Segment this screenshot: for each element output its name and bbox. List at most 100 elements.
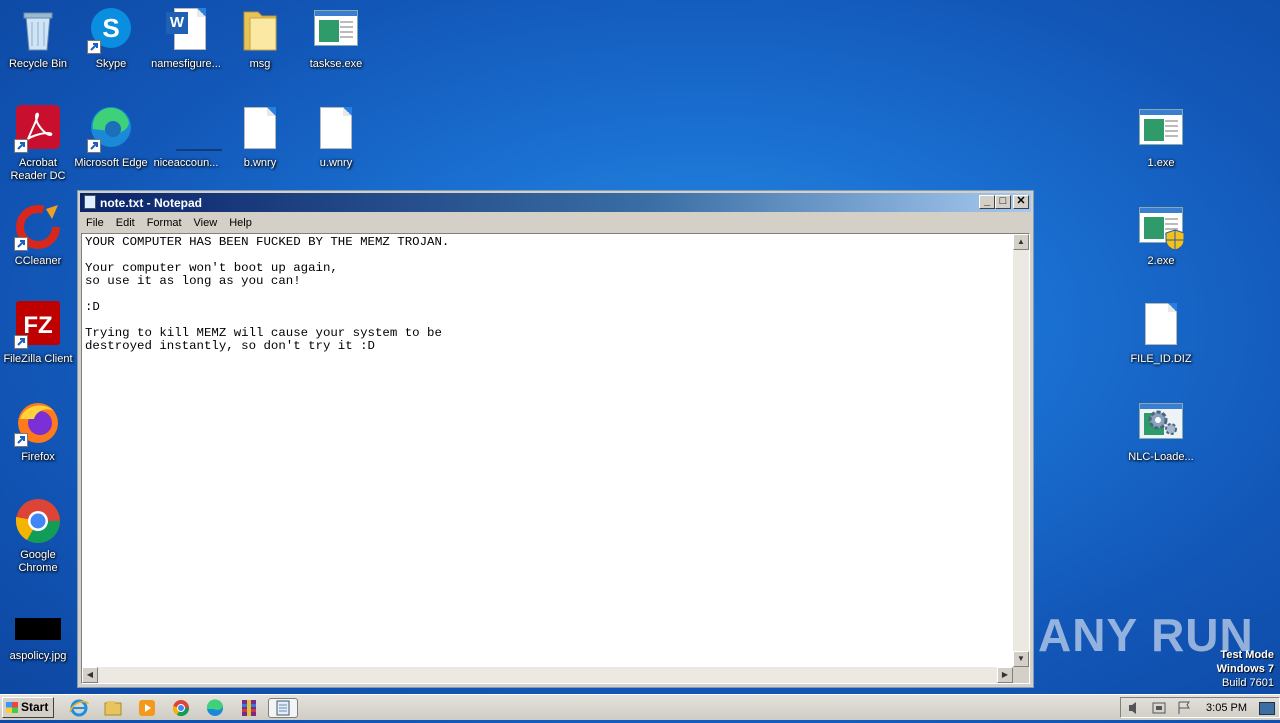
exe-icon <box>1137 105 1185 153</box>
menu-edit[interactable]: Edit <box>110 214 141 229</box>
shortcut-arrow-icon <box>87 40 101 54</box>
shortcut-arrow-icon <box>14 433 28 447</box>
desktop-icon-2-exe[interactable]: 2.exe <box>1123 203 1199 268</box>
close-button[interactable]: ✕ <box>1013 195 1029 209</box>
firefox-icon <box>14 399 62 447</box>
file-icon <box>236 105 284 153</box>
blank-icon <box>162 105 222 153</box>
word-document-icon: W <box>162 6 210 54</box>
desktop-icon-label: namesfigure... <box>151 58 221 70</box>
desktop-icon-acrobat[interactable]: Acrobat Reader DC <box>0 105 76 183</box>
start-button[interactable]: Start <box>2 697 54 718</box>
scroll-right-button[interactable]: ▶ <box>997 667 1013 683</box>
desktop-icon-label: niceaccoun... <box>153 157 219 169</box>
ie-icon[interactable] <box>68 698 90 718</box>
desktop-icon-label: NLC-Loade... <box>1128 451 1194 463</box>
desktop-icon-label: taskse.exe <box>309 58 363 70</box>
maximize-button[interactable]: □ <box>995 195 1011 209</box>
chrome-icon[interactable] <box>170 698 192 718</box>
desktop-icon-file-id-diz[interactable]: FILE_ID.DIZ <box>1123 301 1199 366</box>
media-player-icon[interactable] <box>136 698 158 718</box>
desktop-icon-label: Skype <box>95 58 127 70</box>
title-bar[interactable]: note.txt - Notepad _ □ ✕ <box>80 193 1031 212</box>
recycle-bin-icon <box>14 6 62 54</box>
notepad-taskbar-icon[interactable] <box>268 698 298 718</box>
svg-text:S: S <box>102 13 119 43</box>
desktop-icon-filezilla[interactable]: FZ FileZilla Client <box>0 301 76 366</box>
vertical-scrollbar[interactable]: ▲ ▼ <box>1013 234 1029 667</box>
desktop-icon-nlc-loader[interactable]: NLC-Loade... <box>1123 399 1199 464</box>
exe-icon <box>312 6 360 54</box>
test-mode-line: Test Mode <box>1220 649 1274 661</box>
skype-icon: S <box>87 6 135 54</box>
edge-icon[interactable] <box>204 698 226 718</box>
menu-bar: File Edit Format View Help <box>80 213 1031 231</box>
desktop-icon-label: Acrobat Reader DC <box>10 157 66 182</box>
desktop-icon-label: msg <box>249 58 271 70</box>
desktop-icon-label: CCleaner <box>14 255 62 267</box>
desktop-icon-edge[interactable]: Microsoft Edge <box>73 105 149 170</box>
image-file-icon <box>14 612 62 646</box>
desktop-icon-label: aspolicy.jpg <box>9 650 67 662</box>
chrome-icon <box>14 497 62 545</box>
ccleaner-icon <box>14 203 62 251</box>
desktop-icon-label: b.wnry <box>243 157 277 169</box>
horizontal-scrollbar[interactable]: ◀ ▶ <box>82 667 1013 683</box>
clock[interactable]: 3:05 PM <box>1206 702 1247 714</box>
winrar-icon[interactable] <box>238 698 260 718</box>
minimize-button[interactable]: _ <box>979 195 995 209</box>
desktop-icon-label: 2.exe <box>1147 255 1175 267</box>
start-label: Start <box>21 700 49 714</box>
desktop-icon-b-wnry[interactable]: b.wnry <box>222 105 298 170</box>
notepad-icon <box>84 195 96 209</box>
desktop-icon-label: 1.exe <box>1147 157 1175 169</box>
shortcut-arrow-icon <box>14 335 28 349</box>
desktop-icon-taskse[interactable]: taskse.exe <box>298 6 374 71</box>
desktop-icon-msg[interactable]: msg <box>222 6 298 71</box>
notepad-window: note.txt - Notepad _ □ ✕ File Edit Format V… <box>77 190 1034 688</box>
edge-icon <box>87 105 135 153</box>
test-mode-notice: Test Mode Windows 7 Build 7601 <box>1217 648 1274 690</box>
desktop-icon-label: Google Chrome <box>18 549 58 574</box>
desktop-icon-firefox[interactable]: Firefox <box>0 399 76 464</box>
desktop-icon-label: u.wnry <box>319 157 353 169</box>
build-line: Build 7601 <box>1222 677 1274 689</box>
scroll-left-button[interactable]: ◀ <box>82 667 98 683</box>
desktop-icon-label: FileZilla Client <box>3 353 73 365</box>
file-icon <box>312 105 360 153</box>
exe-shield-icon <box>1137 203 1185 251</box>
os-name-line: Windows 7 <box>1216 663 1274 675</box>
menu-format[interactable]: Format <box>141 214 188 229</box>
taskbar: Start 3:05 PM <box>0 694 1280 720</box>
scroll-up-button[interactable]: ▲ <box>1013 234 1029 250</box>
gear-exe-icon <box>1137 399 1185 447</box>
windows-logo-icon <box>6 702 18 713</box>
file-icon <box>1137 301 1185 349</box>
note-text[interactable]: YOUR COMPUTER HAS BEEN FUCKED BY THE MEM… <box>85 236 1009 353</box>
desktop-icon-u-wnry[interactable]: u.wnry <box>298 105 374 170</box>
desktop-icon-niceaccount[interactable]: niceaccoun... <box>148 105 224 170</box>
desktop-icon-label: Recycle Bin <box>8 58 68 70</box>
tray-icons[interactable] <box>1123 699 1203 717</box>
desktop-icon-skype[interactable]: S Skype <box>73 6 149 71</box>
desktop-icon-ccleaner[interactable]: CCleaner <box>0 203 76 268</box>
text-editor[interactable]: YOUR COMPUTER HAS BEEN FUCKED BY THE MEM… <box>81 233 1030 684</box>
shortcut-arrow-icon <box>87 139 101 153</box>
window-title: note.txt - Notepad <box>100 196 202 210</box>
desktop-icon-recycle-bin[interactable]: Recycle Bin <box>0 6 76 71</box>
scroll-down-button[interactable]: ▼ <box>1013 651 1029 667</box>
menu-file[interactable]: File <box>80 214 110 229</box>
filezilla-icon: FZ <box>14 301 62 349</box>
menu-help[interactable]: Help <box>223 214 258 229</box>
resize-grip[interactable] <box>1013 667 1029 683</box>
acrobat-icon <box>14 105 62 153</box>
explorer-icon[interactable] <box>102 698 124 718</box>
desktop-icon-1-exe[interactable]: 1.exe <box>1123 105 1199 170</box>
show-desktop-icon[interactable] <box>1259 702 1275 715</box>
desktop-icon-label: FILE_ID.DIZ <box>1130 353 1192 365</box>
desktop-icon-namesfigure[interactable]: W namesfigure... <box>148 6 224 71</box>
desktop-icon-chrome[interactable]: Google Chrome <box>0 497 76 575</box>
desktop-icon-aspolicy[interactable]: aspolicy.jpg <box>0 612 76 663</box>
menu-view[interactable]: View <box>188 214 224 229</box>
desktop-icon-label: Microsoft Edge <box>74 157 148 169</box>
